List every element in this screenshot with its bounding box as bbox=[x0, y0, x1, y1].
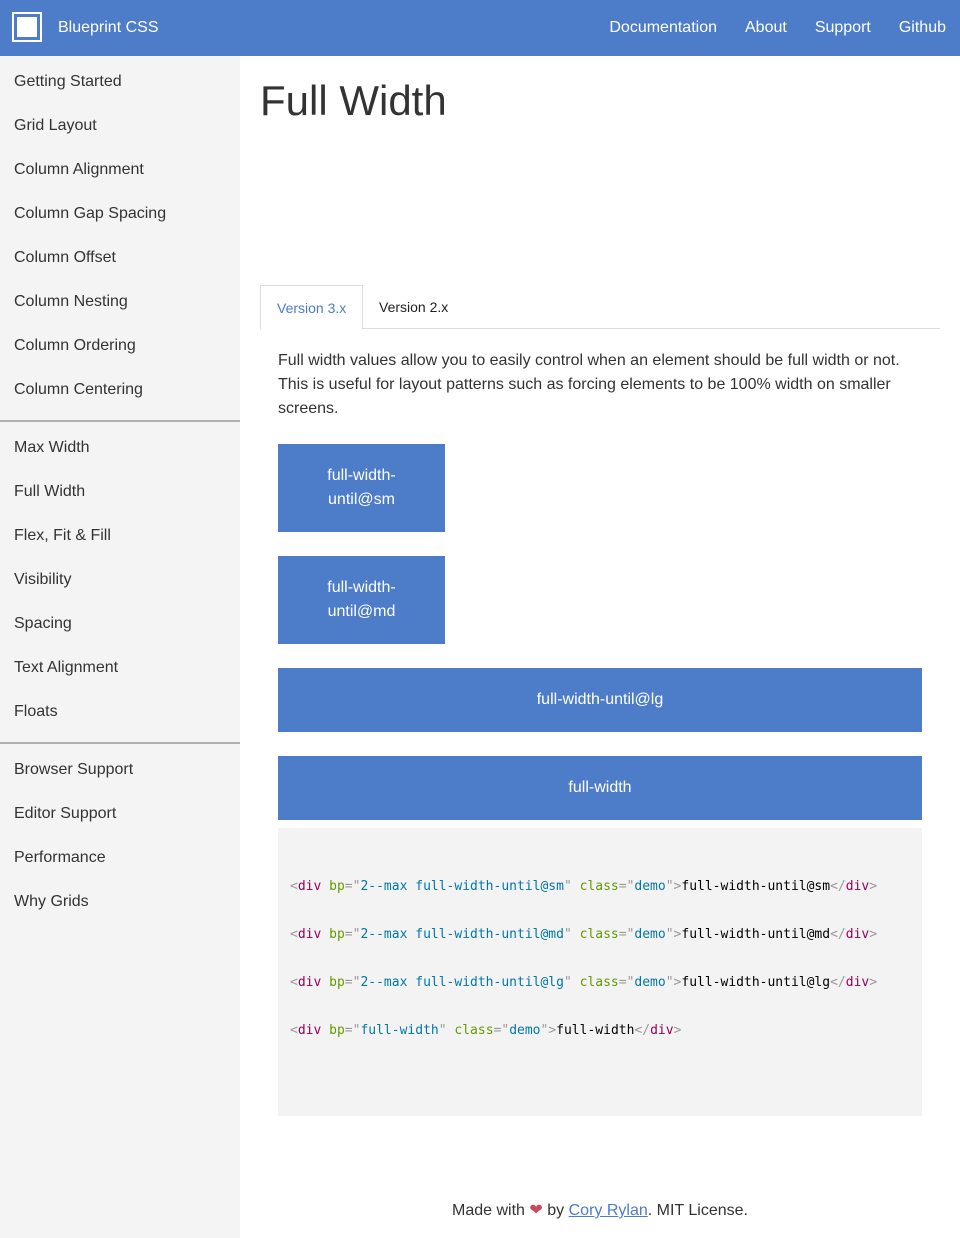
top-navbar: Blueprint CSS Documentation About Suppor… bbox=[0, 0, 960, 56]
footer: Made with ❤ by Cory Rylan. MIT License. bbox=[240, 1200, 960, 1220]
demo-full-width-until-md: full-width-until@md bbox=[278, 556, 445, 644]
sidebar-item-column-centering[interactable]: Column Centering bbox=[0, 368, 240, 412]
sidebar-group-utilities: Max Width Full Width Flex, Fit & Fill Vi… bbox=[0, 422, 240, 744]
tab-panel: Full width values allow you to easily co… bbox=[278, 349, 922, 1116]
logo-icon[interactable] bbox=[12, 12, 42, 42]
demo-full-width-until-lg: full-width-until@lg bbox=[278, 668, 922, 732]
sidebar-item-visibility[interactable]: Visibility bbox=[0, 558, 240, 602]
footer-license: . MIT License. bbox=[647, 1202, 748, 1219]
sidebar-item-text-alignment[interactable]: Text Alignment bbox=[0, 646, 240, 690]
top-nav: Documentation About Support Github bbox=[581, 0, 946, 56]
sidebar-item-grid-layout[interactable]: Grid Layout bbox=[0, 104, 240, 148]
brand-name[interactable]: Blueprint CSS bbox=[58, 0, 159, 56]
sidebar-item-performance[interactable]: Performance bbox=[0, 836, 240, 880]
nav-support[interactable]: Support bbox=[815, 0, 871, 56]
sidebar-item-flex-fit-fill[interactable]: Flex, Fit & Fill bbox=[0, 514, 240, 558]
heart-icon: ❤ bbox=[529, 1202, 543, 1219]
sidebar-group-about: Browser Support Editor Support Performan… bbox=[0, 744, 240, 932]
sidebar-item-max-width[interactable]: Max Width bbox=[0, 426, 240, 470]
code-line: <div bp="2--max full-width-until@sm" cla… bbox=[290, 879, 878, 894]
sidebar: Getting Started Grid Layout Column Align… bbox=[0, 56, 240, 1238]
sidebar-group-layout: Getting Started Grid Layout Column Align… bbox=[0, 56, 240, 422]
sidebar-item-full-width[interactable]: Full Width bbox=[0, 470, 240, 514]
sidebar-item-browser-support[interactable]: Browser Support bbox=[0, 748, 240, 792]
code-line: <div bp="2--max full-width-until@md" cla… bbox=[290, 927, 878, 942]
code-line: <div bp="full-width" class="demo">full-w… bbox=[290, 1023, 682, 1038]
demo-full-width: full-width bbox=[278, 756, 922, 820]
sidebar-item-column-alignment[interactable]: Column Alignment bbox=[0, 148, 240, 192]
footer-by: by bbox=[547, 1202, 565, 1219]
sidebar-item-column-gap-spacing[interactable]: Column Gap Spacing bbox=[0, 192, 240, 236]
code-example: <div bp="2--max full-width-until@sm" cla… bbox=[278, 828, 922, 1116]
code-line: <div bp="2--max full-width-until@lg" cla… bbox=[290, 975, 878, 990]
nav-documentation[interactable]: Documentation bbox=[609, 0, 717, 56]
tab-version-3[interactable]: Version 3.x bbox=[260, 285, 364, 330]
author-link[interactable]: Cory Rylan bbox=[569, 1202, 648, 1219]
nav-about[interactable]: About bbox=[745, 0, 787, 56]
footer-made-with: Made with bbox=[452, 1202, 525, 1219]
sidebar-item-column-nesting[interactable]: Column Nesting bbox=[0, 280, 240, 324]
sidebar-item-column-ordering[interactable]: Column Ordering bbox=[0, 324, 240, 368]
version-tabs: Version 3.x Version 2.x bbox=[260, 285, 940, 330]
intro-paragraph: Full width values allow you to easily co… bbox=[278, 352, 900, 417]
page-title: Full Width bbox=[260, 77, 447, 124]
sidebar-item-column-offset[interactable]: Column Offset bbox=[0, 236, 240, 280]
tab-version-2[interactable]: Version 2.x bbox=[363, 285, 464, 329]
sidebar-item-getting-started[interactable]: Getting Started bbox=[0, 60, 240, 104]
main-content: Full Width Version 3.x Version 2.x Full … bbox=[260, 56, 940, 1116]
demo-full-width-until-sm: full-width-until@sm bbox=[278, 444, 445, 532]
nav-github[interactable]: Github bbox=[899, 0, 946, 56]
sidebar-item-editor-support[interactable]: Editor Support bbox=[0, 792, 240, 836]
sidebar-item-floats[interactable]: Floats bbox=[0, 690, 240, 734]
sidebar-item-why-grids[interactable]: Why Grids bbox=[0, 880, 240, 924]
sidebar-item-spacing[interactable]: Spacing bbox=[0, 602, 240, 646]
